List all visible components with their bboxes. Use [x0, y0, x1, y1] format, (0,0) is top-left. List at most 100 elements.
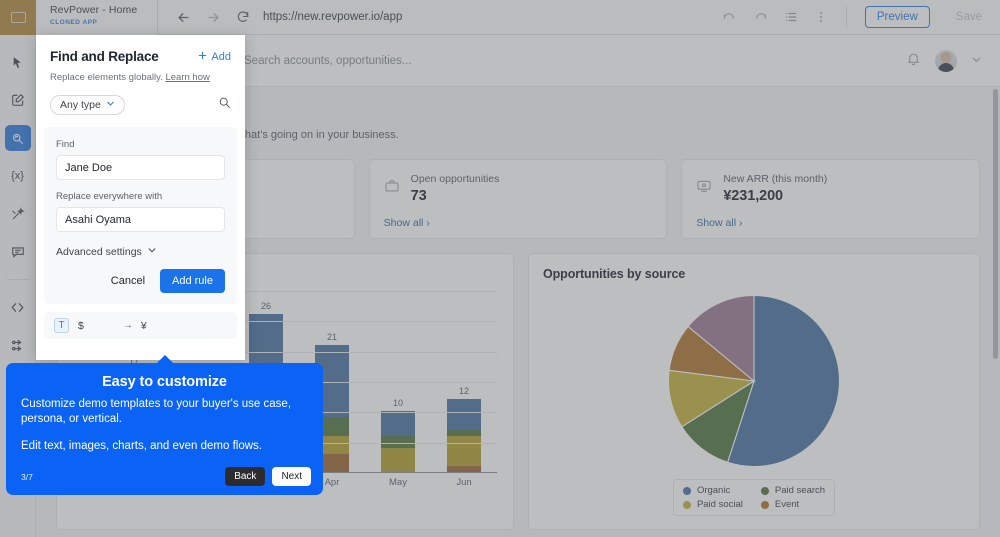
- legend-label: Paid search: [774, 485, 826, 496]
- rule-arrow: → ¥: [123, 320, 147, 332]
- comments-tool[interactable]: [5, 239, 31, 265]
- preview-button[interactable]: Preview: [864, 6, 930, 28]
- subtitle-text: Replace elements globally.: [50, 72, 163, 83]
- plus-icon: [197, 50, 208, 64]
- tour-footer: 3/7 Back Next: [21, 467, 311, 486]
- bar-segment: [381, 447, 415, 472]
- find-and-replace-panel: Find and Replace Add Replace elements gl…: [36, 35, 245, 360]
- back-arrow-icon[interactable]: [175, 9, 191, 25]
- legend-color-dot: [682, 486, 691, 495]
- legend-item: Organic: [682, 485, 743, 496]
- url-text: https://new.revpower.io/app: [263, 11, 403, 23]
- legend-color-dot: [760, 500, 769, 509]
- bar-segment: [447, 435, 481, 466]
- replace-input[interactable]: Asahi Oyama: [56, 207, 225, 232]
- pie-chart-svg: [668, 294, 841, 467]
- legend-label: Event: [774, 499, 800, 510]
- bar-value-label: 21: [326, 331, 337, 342]
- add-rule-button[interactable]: Add rule: [160, 269, 225, 293]
- chart-card-opportunities-by-source: Opportunities by source Organic Paid sear…: [528, 253, 980, 530]
- stat-label: New ARR (this month): [723, 173, 828, 185]
- redo-icon[interactable]: [753, 10, 768, 25]
- legend-color-dot: [682, 500, 691, 509]
- reload-icon[interactable]: [235, 9, 251, 25]
- text-type-icon: T: [54, 318, 69, 333]
- flow-tool[interactable]: [5, 332, 31, 358]
- new-rule-form: Find Jane Doe Replace everywhere with As…: [44, 127, 237, 304]
- find-field-label: Find: [56, 139, 75, 150]
- rule-replace-value: ¥: [140, 319, 147, 332]
- bar-segment: [447, 399, 481, 430]
- window-icon: [10, 12, 26, 23]
- bar-value-label: 10: [392, 398, 403, 409]
- form-actions: Cancel Add rule: [56, 269, 225, 293]
- find-replace-subtitle: Replace elements globally. Learn how: [50, 72, 231, 83]
- add-rule-link[interactable]: Add: [197, 50, 231, 64]
- pie-chart-legend: Organic Paid search Paid social Event: [672, 479, 836, 516]
- type-filter-label: Any type: [60, 99, 101, 111]
- edit-tool[interactable]: [5, 87, 31, 113]
- stat-card-open-opportunities[interactable]: Open opportunities 73 Show all ›: [368, 159, 668, 239]
- browser-actions: Preview Save: [722, 0, 1000, 34]
- app-header-actions: [906, 49, 982, 72]
- find-replace-title: Find and Replace: [50, 49, 159, 64]
- more-vertical-icon[interactable]: [814, 10, 828, 24]
- tour-paragraph-1: Customize demo templates to your buyer's…: [21, 398, 292, 425]
- tour-paragraph-2: Edit text, images, charts, and even demo…: [21, 440, 262, 452]
- legend-item: Paid search: [760, 485, 826, 496]
- legend-label: Paid social: [696, 499, 743, 510]
- tour-next-button[interactable]: Next: [272, 467, 311, 486]
- chevron-down-icon: [106, 99, 115, 111]
- existing-rule-row[interactable]: T $ → ¥: [44, 312, 237, 339]
- stat-card-new-arr[interactable]: New ARR (this month) ¥231,200 Show all ›: [681, 159, 981, 239]
- code-tool[interactable]: [5, 294, 31, 320]
- tour-title: Easy to customize: [102, 374, 227, 390]
- x-axis-tick: May: [389, 477, 407, 488]
- app-logo-button[interactable]: [0, 0, 36, 35]
- chevron-down-icon: [147, 245, 157, 258]
- bar-segment: [447, 465, 481, 472]
- find-replace-filters: Any type: [36, 95, 245, 115]
- select-tool[interactable]: [5, 49, 31, 75]
- pie-chart: Organic Paid search Paid social Event: [543, 291, 965, 516]
- browser-toolbar: RevPower - Home CLONED APP https://new.r…: [0, 0, 1000, 35]
- stat-value: 73: [410, 188, 427, 204]
- save-button[interactable]: Save: [946, 7, 992, 27]
- stat-link[interactable]: Show all ›: [696, 217, 742, 229]
- avatar[interactable]: [935, 49, 957, 72]
- bell-icon[interactable]: [906, 51, 921, 71]
- tour-back-button[interactable]: Back: [225, 467, 266, 486]
- nav-buttons: [158, 0, 251, 34]
- bar-segment: [381, 411, 415, 436]
- browser-tab[interactable]: RevPower - Home CLONED APP: [36, 0, 158, 35]
- stat-link[interactable]: Show all ›: [384, 217, 430, 229]
- find-input[interactable]: Jane Doe: [56, 155, 225, 180]
- stat-value: ¥231,200: [723, 188, 784, 204]
- rule-find-value: $: [78, 319, 84, 332]
- forward-arrow-icon[interactable]: [205, 9, 221, 25]
- replace-field-label: Replace everywhere with: [56, 191, 163, 202]
- stat-label: Open opportunities: [410, 173, 500, 185]
- address-bar[interactable]: https://new.revpower.io/app: [263, 0, 402, 34]
- chevron-down-icon[interactable]: [971, 52, 982, 70]
- monitor-icon: [696, 173, 712, 204]
- tour-step-counter: 3/7: [21, 471, 33, 482]
- app-search-input[interactable]: Search accounts, opportunities...: [244, 55, 412, 67]
- chart-title: Opportunities by source: [543, 267, 686, 281]
- cancel-button[interactable]: Cancel: [104, 270, 152, 292]
- type-filter-dropdown[interactable]: Any type: [50, 95, 125, 115]
- vertical-scrollbar[interactable]: [993, 89, 998, 359]
- braces-x-icon: {x}: [11, 170, 24, 182]
- legend-label: Organic: [696, 485, 731, 496]
- advanced-settings-toggle[interactable]: Advanced settings: [56, 245, 225, 258]
- find-replace-tool[interactable]: [4, 125, 31, 151]
- list-icon[interactable]: [784, 10, 798, 24]
- undo-icon[interactable]: [722, 10, 737, 25]
- search-icon[interactable]: [218, 96, 231, 114]
- toolbar-divider: [845, 6, 847, 28]
- learn-how-link[interactable]: Learn how: [165, 72, 209, 83]
- advanced-settings-label: Advanced settings: [56, 245, 142, 258]
- variables-tool[interactable]: {x}: [5, 163, 31, 189]
- magic-tool[interactable]: [5, 201, 31, 227]
- find-replace-header: Find and Replace Add Replace elements gl…: [36, 35, 245, 83]
